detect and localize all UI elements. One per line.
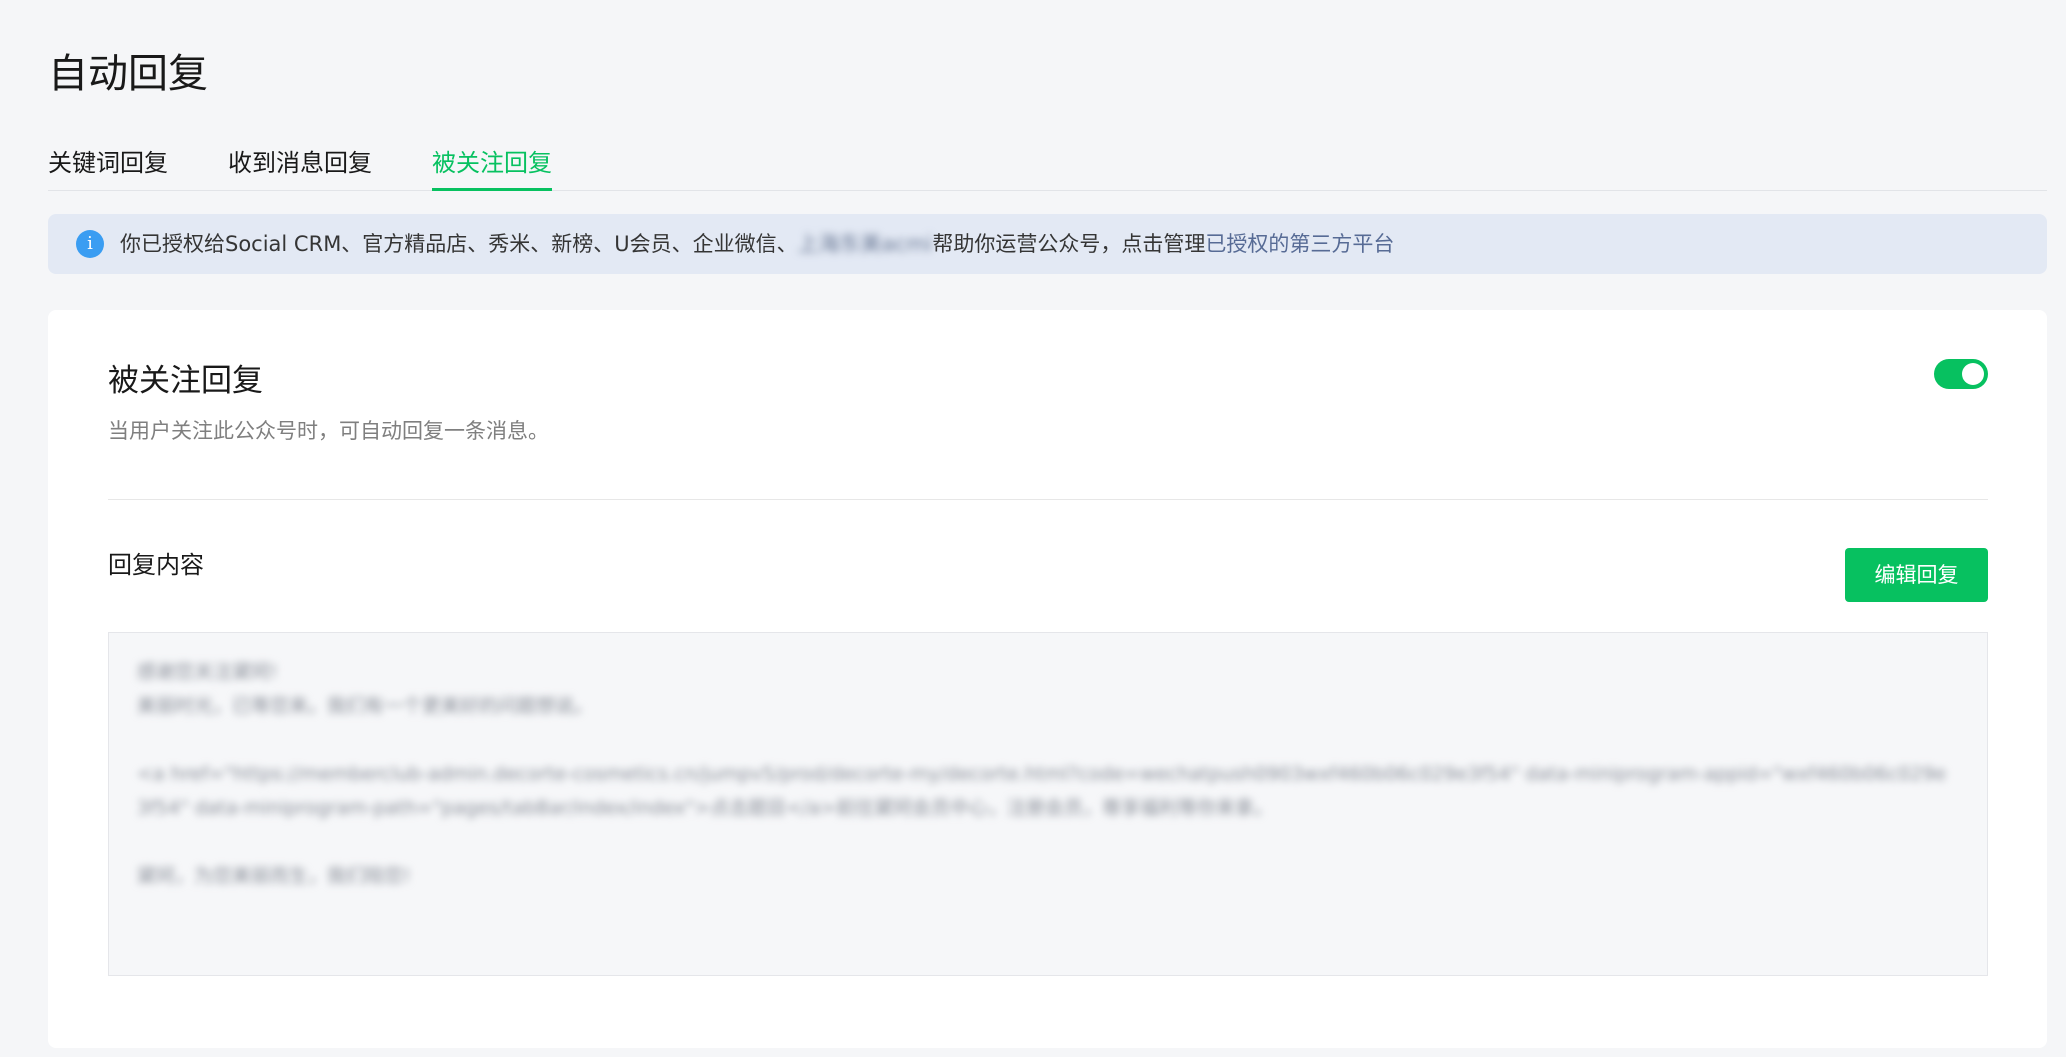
page: 自动回复 关键词回复 收到消息回复 被关注回复 i 你已授权给Social CR… <box>0 0 2066 1057</box>
notice-text: 你已授权给Social CRM、官方精品店、秀米、新榜、U会员、企业微信、上海东… <box>120 214 1394 274</box>
reply-content-label: 回复内容 <box>108 551 204 579</box>
reply-content-box: 感谢您关注黛珂! 美丽时光，已等您来。我们有一个更美好的问题想说。 <a hre… <box>108 632 1988 976</box>
toggle-knob <box>1962 363 1984 385</box>
notice-blurred-name: 上海东美acmi <box>797 232 933 256</box>
notice-prefix: 你已授权给Social CRM、官方精品店、秀米、新榜、U会员、企业微信、 <box>120 232 798 256</box>
tab-follow-reply[interactable]: 被关注回复 <box>432 144 552 191</box>
divider <box>108 499 1988 500</box>
info-icon: i <box>76 230 104 258</box>
follow-reply-title: 被关注回复 <box>108 363 263 399</box>
page-title: 自动回复 <box>48 51 208 97</box>
follow-reply-description: 当用户关注此公众号时，可自动回复一条消息。 <box>108 419 549 443</box>
notice-middle: 帮助你运营公众号，点击管理 <box>932 232 1206 256</box>
reply-content-text: 感谢您关注黛珂! 美丽时光，已等您来。我们有一个更美好的问题想说。 <a hre… <box>137 661 1947 887</box>
authorization-notice: i 你已授权给Social CRM、官方精品店、秀米、新榜、U会员、企业微信、上… <box>48 214 2047 274</box>
authorized-platforms-link[interactable]: 已授权的第三方平台 <box>1205 232 1394 256</box>
tab-message-reply[interactable]: 收到消息回复 <box>228 144 372 188</box>
follow-reply-card: 被关注回复 当用户关注此公众号时，可自动回复一条消息。 回复内容 编辑回复 感谢… <box>48 310 2047 1048</box>
follow-reply-toggle[interactable] <box>1934 359 1988 389</box>
tab-keyword-reply[interactable]: 关键词回复 <box>48 144 168 188</box>
tab-bar: 关键词回复 收到消息回复 被关注回复 <box>48 144 2047 191</box>
edit-reply-button[interactable]: 编辑回复 <box>1845 548 1988 602</box>
